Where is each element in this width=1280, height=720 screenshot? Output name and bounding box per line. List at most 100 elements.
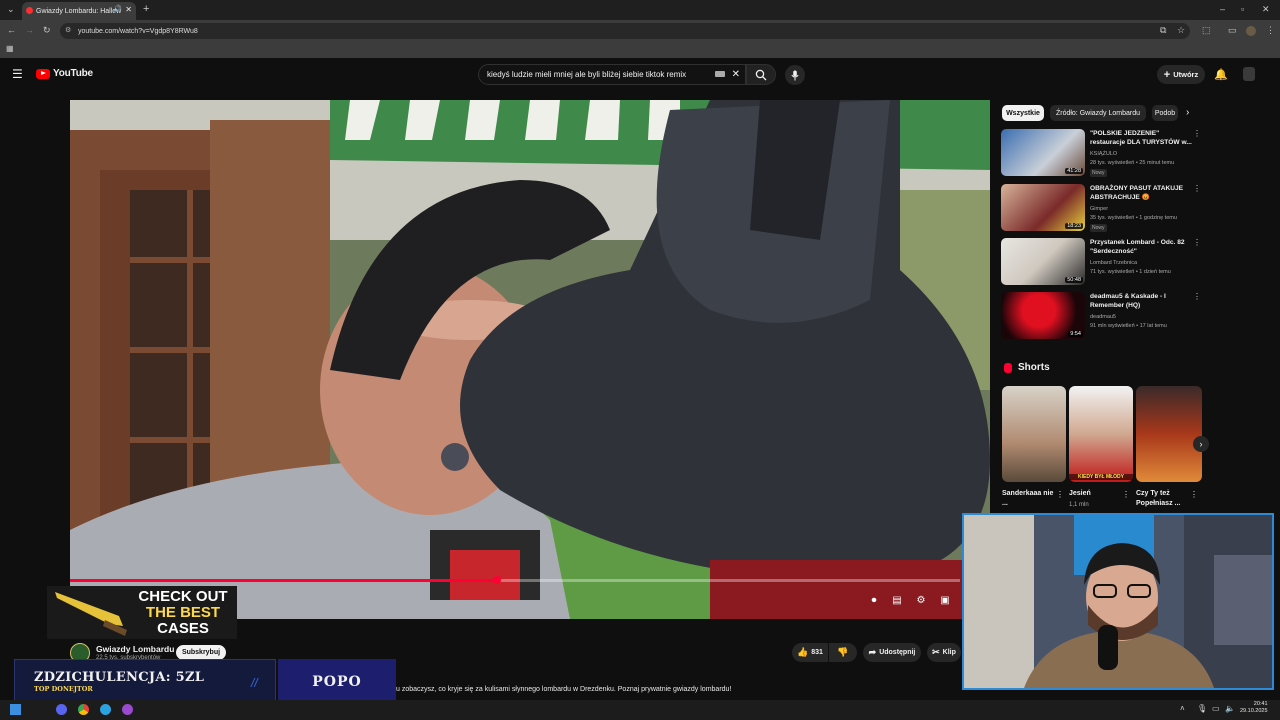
create-button[interactable]: + Utwórz (1157, 65, 1205, 84)
more-options-icon[interactable]: ⋮ (1193, 238, 1201, 247)
video-thumbnail[interactable]: 41:28 (1001, 129, 1085, 176)
short-thumbnail[interactable] (1002, 386, 1066, 482)
thumbs-down-icon: 👎 (837, 647, 849, 657)
video-channel[interactable]: Lombard Trzebnica (1090, 260, 1137, 266)
channel-name[interactable]: Gwiazdy Lombardu (96, 644, 174, 654)
keyboard-icon[interactable] (715, 71, 725, 77)
microphone-icon (791, 70, 799, 80)
share-button[interactable]: ➦ Udostępnij (863, 643, 921, 662)
tab-list-icon[interactable]: ⌄ (7, 5, 15, 14)
cast-icon[interactable]: ⧉ (1160, 26, 1166, 35)
taskbar-clock[interactable]: 20:41 29.10.2025 (1240, 701, 1268, 715)
browser-tab[interactable]: Gwiazdy Lombardu: Hallow 🔊 ✕ (22, 2, 136, 20)
video-title[interactable]: Przystanek Lombard - Odc. 82 "Serdecznoś… (1090, 238, 1196, 256)
account-avatar[interactable] (1243, 67, 1255, 81)
clip-button[interactable]: ✂ Klip (927, 643, 961, 662)
video-meta: 71 tys. wyświetleń • 1 dzień temu (1090, 269, 1171, 275)
video-title[interactable]: OBRAŻONY PASUT ATAKUJE ABSTRACHUJE 😡 (1090, 184, 1196, 202)
voice-search-button[interactable] (785, 65, 805, 85)
chip-similar[interactable]: Podob (1152, 105, 1178, 121)
search-button[interactable] (746, 64, 776, 85)
browser-menu-icon[interactable]: ⋮ (1266, 26, 1275, 35)
window-close-icon[interactable]: ✕ (1262, 5, 1270, 14)
share-label: Udostępnij (879, 649, 916, 656)
chip-source-channel[interactable]: Źródło: Gwiazdy Lombardu (1050, 105, 1146, 121)
like-button[interactable]: 👍 831 (792, 643, 828, 662)
bookmarks-bar: ▦ (0, 42, 1280, 58)
clock-time: 20:41 (1253, 701, 1268, 707)
recommendation-item[interactable]: 9:54 deadmau5 & Kaskade - I Remember (HQ… (1001, 292, 1201, 340)
more-options-icon[interactable]: ⋮ (1193, 292, 1201, 301)
video-thumbnail[interactable]: 9:54 (1001, 292, 1085, 339)
new-tab-icon[interactable]: + (143, 4, 149, 15)
bookmark-star-icon[interactable]: ☆ (1177, 26, 1185, 35)
close-tab-icon[interactable]: ✕ (125, 5, 132, 14)
video-player[interactable] (70, 100, 990, 619)
app-icon[interactable] (122, 704, 133, 715)
shorts-next-button[interactable]: › (1193, 436, 1209, 452)
short-more-icon[interactable]: ⋮ (1056, 490, 1064, 499)
video-thumbnail[interactable]: 50:48 (1001, 238, 1085, 285)
search-query: kiedyś ludzie mieli mniej ale byli bliże… (487, 70, 687, 79)
extensions-icon[interactable]: ⬚ (1202, 26, 1211, 35)
volume-icon[interactable]: 🔈 (1225, 704, 1235, 713)
short-more-icon[interactable]: ⋮ (1122, 490, 1130, 499)
discord-icon[interactable] (56, 704, 67, 715)
maximize-icon[interactable]: ▫ (1241, 5, 1244, 14)
short-title[interactable]: Sanderkaaa nie ... (1002, 489, 1057, 509)
tray-overflow-icon[interactable]: ˄ (1180, 704, 1185, 713)
video-thumbnail[interactable]: 18:23 (1001, 184, 1085, 231)
video-title[interactable]: deadmau5 & Kaskade - I Remember (HQ) (1090, 292, 1196, 310)
reload-icon[interactable]: ↻ (43, 26, 51, 35)
youtube-logo[interactable]: YouTube (36, 68, 93, 79)
apps-grid-icon[interactable]: ▦ (6, 45, 14, 53)
hamburger-menu-icon[interactable]: ☰ (12, 68, 23, 80)
short-thumbnail[interactable]: KIEDY BYŁ MŁODY (1069, 386, 1133, 482)
search-icon (755, 69, 767, 80)
video-duration: 18:23 (1065, 223, 1083, 229)
chip-all[interactable]: Wszystkie (1002, 105, 1044, 121)
short-thumbnail[interactable] (1136, 386, 1202, 482)
sidebar-icon[interactable]: ▭ (1228, 26, 1237, 35)
audio-icon[interactable]: 🔊 (113, 5, 122, 13)
profile-avatar[interactable] (1246, 26, 1256, 36)
video-description[interactable]: u zobaczysz, co kryje się za kulisami sł… (396, 686, 731, 693)
short-title[interactable]: Jesień (1069, 489, 1124, 499)
autoplay-toggle[interactable]: ⏺ (866, 593, 882, 607)
back-icon[interactable]: ← (7, 26, 16, 35)
more-options-icon[interactable]: ⋮ (1193, 129, 1201, 138)
network-icon[interactable]: ▭ (1212, 704, 1220, 713)
video-channel[interactable]: KSIĄŻULO (1090, 151, 1117, 157)
start-windows-icon[interactable] (10, 704, 21, 715)
settings-gear-icon[interactable]: ⚙ (914, 593, 928, 607)
scissors-icon: ✂ (932, 647, 940, 657)
recommendation-item[interactable]: 41:28 "POLSKIE JEDZENIE" restauracje DLA… (1001, 129, 1201, 177)
short-more-icon[interactable]: ⋮ (1190, 490, 1198, 499)
address-bar[interactable]: ⚙ youtube.com/watch?v=Vgdp8Y8RWu8 (60, 23, 1190, 39)
short-views: 1,1 mln (1069, 502, 1089, 508)
miniplayer-icon[interactable]: ▣ (938, 593, 952, 607)
telegram-icon[interactable] (100, 704, 111, 715)
dislike-button[interactable]: 👎 (829, 643, 857, 662)
case-ad-line-2: THE BEST (145, 604, 221, 621)
notifications-bell-icon[interactable]: 🔔 (1214, 68, 1228, 81)
chrome-icon[interactable] (78, 704, 89, 715)
subtitles-icon[interactable]: ▤ (890, 593, 904, 607)
more-options-icon[interactable]: ⋮ (1193, 184, 1201, 193)
subscribe-button[interactable]: Subskrybuj (176, 645, 226, 660)
video-title[interactable]: "POLSKIE JEDZENIE" restauracje DLA TURYS… (1090, 129, 1196, 147)
forward-icon[interactable]: → (25, 26, 34, 35)
clear-search-icon[interactable]: ✕ (732, 69, 740, 80)
video-channel[interactable]: deadmau5 (1090, 314, 1116, 320)
recommendation-item[interactable]: 50:48 Przystanek Lombard - Odc. 82 "Serd… (1001, 238, 1201, 286)
video-channel[interactable]: Gimper (1090, 206, 1108, 212)
chips-next-icon[interactable]: › (1186, 107, 1189, 118)
recommendation-item[interactable]: 18:23 OBRAŻONY PASUT ATAKUJE ABSTRACHUJE… (1001, 184, 1201, 232)
search-input[interactable]: kiedyś ludzie mieli mniej ale byli bliże… (478, 64, 746, 85)
short-title[interactable]: Czy Ty też Popełniasz ... (1136, 489, 1191, 509)
tab-title: Gwiazdy Lombardu: Hallow (36, 7, 122, 15)
site-info-icon[interactable]: ⚙ (65, 26, 71, 34)
microphone-tray-icon[interactable]: 🎙 (1197, 704, 1207, 713)
minimize-icon[interactable]: – (1220, 5, 1225, 14)
knife-image (55, 592, 127, 636)
